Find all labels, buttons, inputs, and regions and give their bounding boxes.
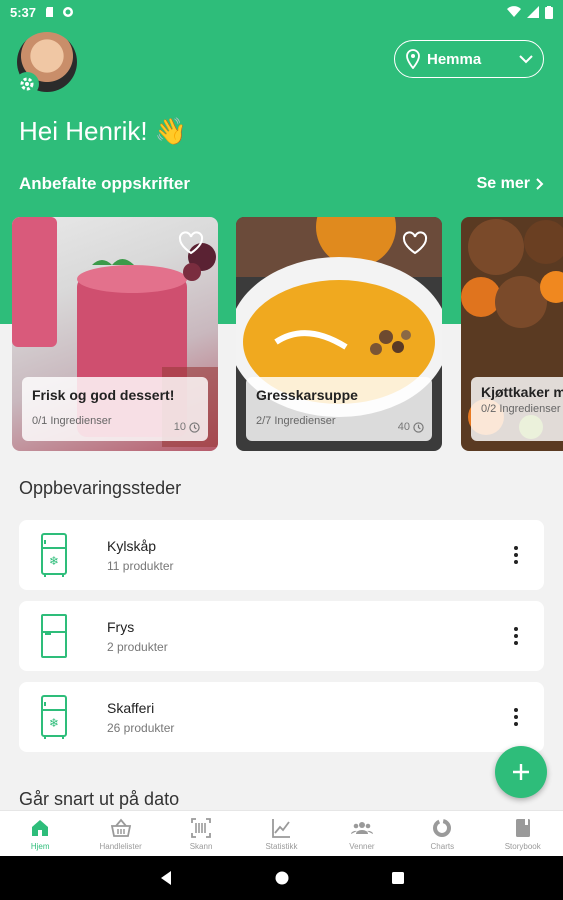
nav-label: Venner — [349, 841, 375, 851]
nav-label: Handlelister — [99, 841, 142, 851]
nav-label: Skann — [189, 841, 213, 851]
recipe-minutes: 40 — [397, 421, 410, 433]
barcode-icon — [191, 817, 211, 838]
greeting: Hei Henrik! 👋 — [19, 116, 188, 146]
favorite-heart-icon[interactable] — [402, 231, 428, 255]
donut-icon — [433, 818, 452, 837]
recents-square-icon[interactable] — [390, 870, 406, 886]
recipe-ingredients: 0/2 Ingredienser — [481, 403, 561, 415]
clock-icon — [413, 421, 424, 433]
recipe-name: Gresskarsuppe — [256, 387, 358, 403]
wifi-icon — [507, 6, 521, 18]
nav-hjem[interactable]: Hjem — [0, 811, 80, 856]
recipe-carousel[interactable]: Frisk og god dessert! 0/1 Ingredienser 1… — [12, 217, 563, 452]
location-label: Hemma — [427, 50, 482, 68]
clock-icon — [189, 421, 200, 433]
recipe-name: Frisk og god dessert! — [32, 387, 175, 403]
back-triangle-icon[interactable] — [158, 870, 174, 886]
nav-statistikk[interactable]: Statistikk — [241, 811, 321, 856]
svg-text:❄: ❄ — [49, 716, 59, 730]
storage-text: Skafferi 26 produkter — [107, 700, 174, 735]
freezer-icon — [41, 614, 67, 658]
bottom-navigation: Hjem Handlelister Skann Statistikk Venne… — [0, 810, 563, 856]
system-navigation-bar — [0, 856, 563, 900]
plus-icon — [513, 764, 529, 780]
home-circle-icon[interactable] — [274, 870, 290, 886]
svg-text:❄: ❄ — [49, 554, 59, 568]
status-bar: 5:37 — [0, 0, 563, 24]
people-icon — [350, 821, 373, 834]
see-more-label: Se mer — [476, 175, 530, 192]
recipe-minutes: 10 — [173, 421, 186, 433]
more-vertical-icon[interactable] — [506, 621, 526, 651]
chevron-down-icon — [519, 55, 533, 64]
nav-label: Storybook — [504, 841, 541, 851]
more-vertical-icon[interactable] — [506, 540, 526, 570]
location-selector[interactable]: Hemma — [394, 40, 544, 78]
storage-item-skafferi[interactable]: ❄ Skafferi 26 produkter — [19, 682, 544, 752]
nav-skann[interactable]: Skann — [161, 811, 241, 856]
nav-handlelister[interactable]: Handlelister — [80, 811, 160, 856]
storage-section-title: Oppbevaringssteder — [19, 478, 182, 498]
status-time: 5:37 — [10, 4, 37, 20]
recipe-name: Kjøttkaker med grønnsaksris — [481, 384, 563, 400]
basket-icon — [110, 818, 131, 837]
recipe-info: Kjøttkaker med grønnsaksris 0/2 Ingredie… — [471, 377, 563, 441]
fridge-icon: ❄ — [41, 533, 67, 577]
battery-icon — [545, 5, 553, 19]
storage-name: Skafferi — [107, 699, 155, 716]
storage-text: Kylskåp 11 produkter — [107, 538, 174, 573]
recipe-card[interactable]: Kjøttkaker med grønnsaksris 0/2 Ingredie… — [461, 217, 563, 451]
expiring-section-title: Går snart ut på dato — [19, 789, 180, 809]
nav-label: Statistikk — [265, 841, 298, 851]
book-icon — [515, 818, 530, 837]
recipe-time: 10 — [174, 421, 200, 433]
recommended-header: Anbefalte oppskrifter Se mer — [19, 174, 544, 194]
nav-storybook[interactable]: Storybook — [483, 811, 563, 856]
storage-name: Kylskåp — [107, 537, 157, 554]
home-icon — [32, 819, 49, 836]
storage-name: Frys — [107, 618, 135, 635]
recipe-card[interactable]: Frisk og god dessert! 0/1 Ingredienser 1… — [12, 217, 218, 451]
storage-item-frys[interactable]: Frys 2 produkter — [19, 601, 544, 671]
more-vertical-icon[interactable] — [506, 702, 526, 732]
recommended-title: Anbefalte oppskrifter — [19, 174, 190, 193]
recipe-info: Frisk og god dessert! 0/1 Ingredienser 1… — [22, 377, 208, 441]
see-more-link[interactable]: Se mer — [477, 175, 544, 193]
recipe-time: 40 — [398, 421, 424, 433]
storage-count: 11 produkter — [107, 558, 174, 573]
nav-venner[interactable]: Venner — [322, 811, 402, 856]
sd-card-icon — [46, 7, 54, 17]
location-pin-icon — [406, 49, 420, 69]
recipe-card[interactable]: Gresskarsuppe 2/7 Ingredienser 40 — [236, 217, 442, 451]
avatar[interactable] — [15, 32, 77, 96]
favorite-heart-icon[interactable] — [178, 231, 204, 255]
storage-text: Frys 2 produkter — [107, 619, 168, 654]
storage-count: 26 produkter — [107, 720, 175, 735]
storage-count: 2 produkter — [107, 639, 168, 654]
nav-label: Charts — [430, 841, 455, 851]
recipe-info: Gresskarsuppe 2/7 Ingredienser 40 — [246, 377, 432, 441]
nav-label: Hjem — [30, 841, 50, 851]
chevron-right-icon — [536, 178, 544, 190]
add-button[interactable] — [495, 746, 547, 798]
signal-icon — [527, 6, 539, 18]
chart-icon — [272, 818, 291, 838]
sync-icon — [63, 7, 74, 17]
settings-gear-icon[interactable] — [15, 72, 39, 96]
nav-charts[interactable]: Charts — [402, 811, 482, 856]
storage-item-kylskap[interactable]: ❄ Kylskåp 11 produkter — [19, 520, 544, 590]
pantry-icon: ❄ — [41, 695, 67, 739]
